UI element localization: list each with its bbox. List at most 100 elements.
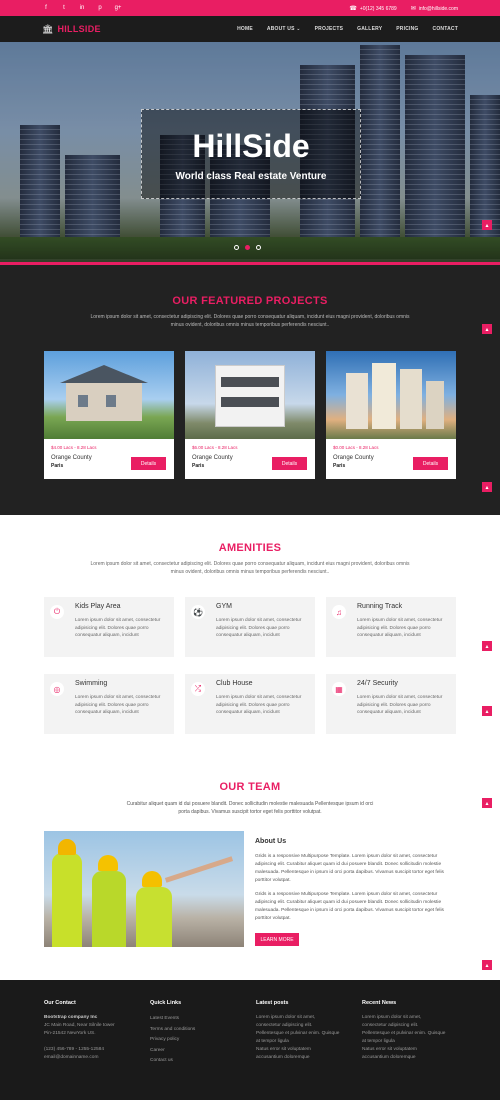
amenity-title: 24/7 Security (357, 680, 398, 687)
footer-heading: Quick Links (150, 1000, 182, 1006)
scroll-up-icon[interactable]: ▴ (482, 641, 492, 651)
target-icon: ◎ (50, 682, 64, 696)
music-note-icon: ♫ (332, 605, 346, 619)
apartment-image (326, 351, 456, 439)
top-contact: ☎ +0(12) 345 6789 ✉ info@hillside.com (349, 5, 458, 12)
footer-heading: Latest posts (256, 1000, 289, 1006)
card-county: Orange County (51, 455, 92, 461)
project-card[interactable]: $0.00 Lacs - 8.28 Lacs Orange County Par… (326, 351, 456, 479)
pinterest-icon[interactable]: p (96, 5, 104, 11)
nav-item-home[interactable]: HOME (237, 26, 253, 32)
featured-projects-section: OUR FEATURED PROJECTS Lorem ipsum dolor … (0, 265, 500, 515)
details-button[interactable]: Details (413, 457, 448, 470)
footer-quick-links: Quick Links Latest Events Terms and cond… (150, 1000, 256, 1067)
footer-heading: Recent News (362, 1000, 397, 1006)
amenity-grid: ⏻ Kids Play Area Lorem ipsum dolor sit a… (44, 597, 456, 734)
slider-dot-active[interactable] (245, 245, 250, 250)
about-title: About Us (255, 838, 287, 845)
bank-icon: 🏛 (42, 23, 54, 34)
footer-news-line[interactable]: consectetur adipiscing elit. (362, 1022, 468, 1030)
learn-more-button[interactable]: LEARN MORE (255, 933, 299, 946)
footer-address: JC Main Road, Near Silnile tower (44, 1023, 115, 1028)
footer-post-line[interactable]: Natus error sit voluptatem (256, 1046, 362, 1054)
google-plus-icon[interactable]: g+ (114, 5, 122, 11)
facebook-icon[interactable]: f (42, 5, 50, 11)
amenity-text: Lorem ipsum dolor sit amet, consectetur … (75, 618, 161, 638)
featured-title: OUR FEATURED PROJECTS (172, 295, 328, 307)
amenity-tile: ⏻ Kids Play Area Lorem ipsum dolor sit a… (44, 597, 174, 657)
amenity-title: Kids Play Area (75, 603, 121, 610)
amenity-title: Swimming (75, 680, 108, 687)
shuffle-icon: ⤮ (191, 682, 205, 696)
footer-post-line[interactable]: consectetur adipiscing elit. (256, 1022, 362, 1030)
details-button[interactable]: Details (272, 457, 307, 470)
footer-news-line[interactable]: Pellentesque et pulvinar enim. Quisque (362, 1030, 468, 1038)
project-cards: $4.00 Lacs - 8.28 Lacs Orange County Par… (44, 351, 456, 479)
footer-contact: Our Contact Bootstrap company Inc JC Mai… (44, 1000, 150, 1067)
twitter-icon[interactable]: t (60, 5, 68, 11)
footer-post-line[interactable]: Lorem ipsum dolor sit amet, (256, 1014, 362, 1022)
amenities-section: AMENITIES Lorem ipsum dolor sit amet, co… (0, 515, 500, 755)
about-paragraph: Grids is a responsive Multipurpose Templ… (255, 854, 444, 883)
card-price: $4.00 Lacs - 8.28 Lacs (51, 445, 97, 450)
top-phone: +0(12) 345 6789 (359, 5, 397, 12)
amenity-tile: ⤮ Club House Lorem ipsum dolor sit amet,… (185, 674, 315, 734)
scroll-up-icon[interactable]: ▴ (482, 324, 492, 334)
footer-link[interactable]: Privacy policy (150, 1035, 256, 1046)
envelope-icon: ✉ (410, 5, 416, 12)
project-card[interactable]: $6.00 Lacs - 8.28 Lacs Orange County Par… (185, 351, 315, 479)
project-card[interactable]: $4.00 Lacs - 8.28 Lacs Orange County Par… (44, 351, 174, 479)
amenity-title: Running Track (357, 603, 403, 610)
footer: Our Contact Bootstrap company Inc JC Mai… (0, 980, 500, 1100)
footer-news-line[interactable]: Natus error sit voluptatem (362, 1046, 468, 1054)
footer-email[interactable]: email@domainname.com (44, 1054, 150, 1062)
top-email[interactable]: info@hillside.com (419, 6, 458, 12)
amenity-tile: ⚽ GYM Lorem ipsum dolor sit amet, consec… (185, 597, 315, 657)
scroll-up-icon[interactable]: ▴ (482, 706, 492, 716)
logo[interactable]: 🏛 HILLSIDE (42, 24, 101, 35)
slider-dot[interactable] (256, 245, 261, 250)
amenity-tile: ◎ Swimming Lorem ipsum dolor sit amet, c… (44, 674, 174, 734)
footer-post-line[interactable]: at tempor ligula (256, 1038, 362, 1046)
featured-description: Lorem ipsum dolor sit amet, consectetur … (90, 314, 410, 328)
scroll-up-icon[interactable]: ▴ (482, 482, 492, 492)
footer-post-line[interactable]: Pellentesque et pulvinar enim. Quisque (256, 1030, 362, 1038)
amenity-text: Lorem ipsum dolor sit amet, consectetur … (216, 695, 302, 715)
scroll-up-icon[interactable]: ▴ (482, 220, 492, 230)
footer-news-line[interactable]: at tempor ligula (362, 1038, 468, 1046)
nav-item-gallery[interactable]: GALLERY (357, 26, 382, 32)
nav-item-projects[interactable]: PROJECTS (315, 26, 344, 32)
about-us-block: About Us Grids is a responsive Multipurp… (255, 838, 455, 923)
hero-slider: HillSide World class Real estate Venture… (0, 42, 500, 265)
linkedin-icon[interactable]: in (78, 5, 86, 11)
scroll-up-icon[interactable]: ▴ (482, 960, 492, 970)
footer-news-line[interactable]: accusantium doloremque (362, 1054, 468, 1062)
card-city: Paris (333, 463, 346, 469)
card-city: Paris (51, 463, 64, 469)
amenity-text: Lorem ipsum dolor sit amet, consectetur … (357, 618, 443, 638)
soccer-ball-icon: ⚽ (191, 605, 205, 619)
footer-news-line[interactable]: Lorem ipsum dolor sit amet, (362, 1014, 468, 1022)
card-county: Orange County (333, 455, 374, 461)
nav-item-contact[interactable]: CONTACT (433, 26, 458, 32)
slider-dot[interactable] (234, 245, 239, 250)
nav-item-pricing[interactable]: PRICING (396, 26, 418, 32)
card-county: Orange County (192, 455, 233, 461)
footer-link[interactable]: Latest Events (150, 1014, 256, 1025)
about-paragraph: Grids is a responsive Multipurpose Templ… (255, 892, 444, 921)
top-bar: f t in p g+ ☎ +0(12) 345 6789 ✉ info@hills… (0, 0, 500, 16)
card-price: $0.00 Lacs - 8.28 Lacs (333, 445, 379, 450)
amenity-text: Lorem ipsum dolor sit amet, consectetur … (216, 618, 302, 638)
footer-link[interactable]: Contact us (150, 1056, 256, 1067)
footer-link[interactable]: Career (150, 1046, 256, 1057)
footer-link[interactable]: Terms and conditions (150, 1025, 256, 1036)
scroll-up-icon[interactable]: ▴ (482, 798, 492, 808)
footer-post-line[interactable]: accusantium doloremque (256, 1054, 362, 1062)
amenities-description: Lorem ipsum dolor sit amet, consectetur … (90, 561, 410, 575)
footer-address: Pin-21542 NewYork US. (44, 1031, 96, 1036)
nav-item-about[interactable]: ABOUT US ⌄ (267, 26, 301, 32)
footer-recent-news: Recent News Lorem ipsum dolor sit amet, … (362, 1000, 468, 1067)
details-button[interactable]: Details (131, 457, 166, 470)
amenity-title: Club House (216, 680, 253, 687)
amenity-tile: ♫ Running Track Lorem ipsum dolor sit am… (326, 597, 456, 657)
